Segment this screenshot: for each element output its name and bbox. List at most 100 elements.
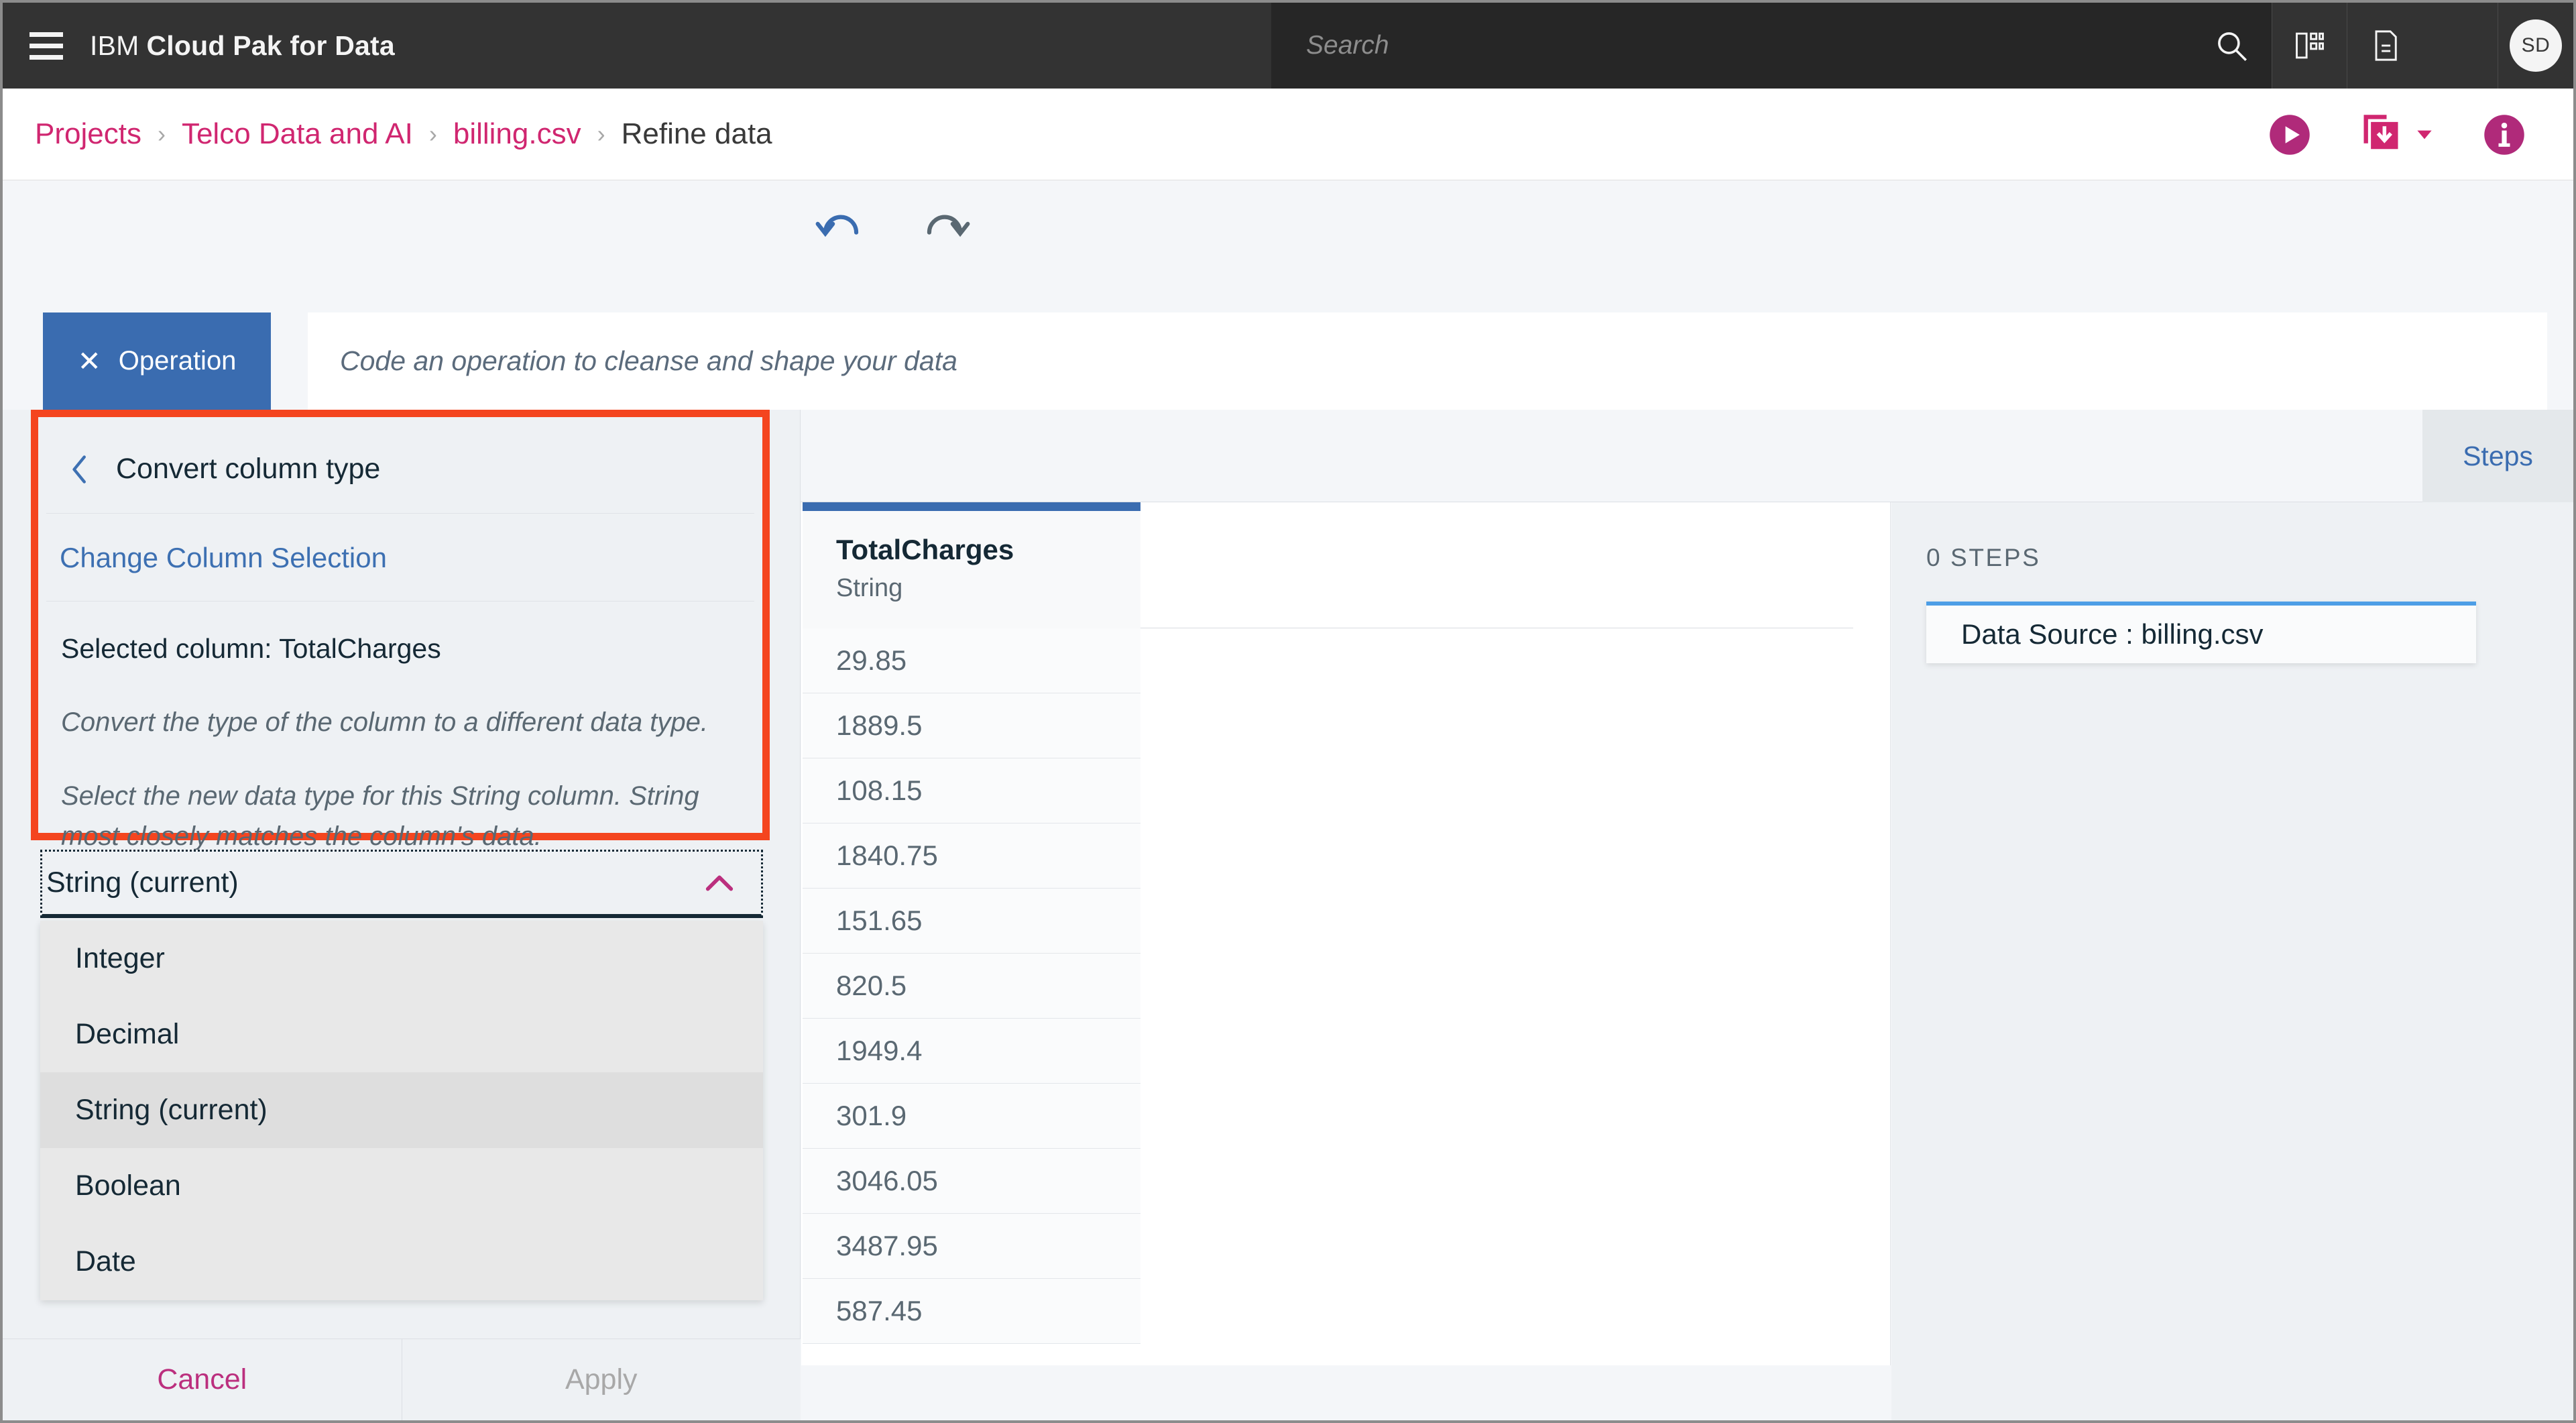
cell-value: 820.5 (836, 970, 907, 1001)
breadcrumb-separator: › (157, 120, 166, 148)
brand-name: Cloud Pak for Data (146, 30, 395, 61)
breadcrumb-item-project[interactable]: Telco Data and AI (182, 117, 413, 151)
search-icon[interactable] (2191, 3, 2272, 89)
cell-value: 301.9 (836, 1100, 907, 1131)
cell-value: 29.85 (836, 644, 907, 676)
option-label: String (current) (75, 1094, 268, 1126)
operation-panel: Convert column type Change Column Select… (3, 410, 801, 1420)
operation-panel-body: Selected column: TotalCharges Convert th… (46, 602, 754, 851)
apply-button: Apply (401, 1339, 801, 1420)
table-row[interactable]: 151.65 (803, 889, 1140, 954)
table-row[interactable]: 587.45 (803, 1279, 1140, 1344)
option-boolean[interactable]: Boolean (40, 1148, 763, 1224)
data-type-options-list[interactable]: Integer Decimal String (current) Boolean… (40, 921, 763, 1300)
save-copy-download-icon[interactable] (2333, 89, 2461, 180)
table-row[interactable]: 29.85 (803, 628, 1140, 693)
table-row[interactable]: 108.15 (803, 758, 1140, 823)
option-label: Integer (75, 942, 165, 974)
document-icon[interactable] (2347, 3, 2422, 89)
refine-workspace: ✕ Operation Steps (3, 180, 2573, 1420)
table-row[interactable]: 820.5 (803, 954, 1140, 1019)
chevron-down-icon (2417, 130, 2432, 139)
cell-value: 1949.4 (836, 1035, 923, 1066)
cell-value: 108.15 (836, 775, 923, 806)
play-run-icon[interactable] (2246, 89, 2333, 180)
option-decimal[interactable]: Decimal (40, 997, 763, 1072)
breadcrumb-separator: › (428, 120, 437, 148)
option-integer[interactable]: Integer (40, 921, 763, 997)
breadcrumb-item-projects[interactable]: Projects (35, 117, 141, 151)
operation-description-2: Select the new data type for this String… (61, 781, 699, 851)
column-type: String (836, 574, 903, 602)
cell-value: 1889.5 (836, 709, 923, 741)
undo-redo-group (804, 194, 982, 261)
option-label: Date (75, 1245, 136, 1277)
operation-panel-header[interactable]: Convert column type (46, 425, 754, 514)
cell-value: 3487.95 (836, 1230, 938, 1261)
table-row[interactable]: 301.9 (803, 1084, 1140, 1149)
cell-value: 151.65 (836, 905, 923, 936)
code-operation-input[interactable] (308, 312, 2547, 410)
hamburger-menu-icon[interactable] (3, 3, 90, 89)
operation-panel-highlight: Convert column type Change Column Select… (31, 410, 770, 851)
data-table: TotalCharges String 29.85 1889.5 108.15 … (801, 502, 1891, 1365)
breadcrumb: Projects › Telco Data and AI › billing.c… (3, 89, 2573, 180)
chevron-left-icon (72, 455, 86, 483)
option-label: Decimal (75, 1018, 180, 1050)
brand-title: IBM Cloud Pak for Data (90, 3, 395, 89)
option-date[interactable]: Date (40, 1224, 763, 1300)
change-column-selection-label: Change Column Selection (60, 541, 387, 573)
column-name: TotalCharges (836, 534, 1014, 565)
avatar-initials: SD (2510, 19, 2562, 72)
app-switcher-icon[interactable] (2272, 3, 2347, 89)
selected-column-label: Selected column: TotalCharges (61, 633, 441, 664)
redo-icon[interactable] (908, 194, 982, 261)
tab-steps-label: Steps (2463, 440, 2533, 471)
header-actions (2272, 3, 2422, 89)
cancel-button[interactable]: Cancel (3, 1339, 402, 1420)
global-search[interactable] (1271, 3, 2272, 89)
table-row[interactable]: 1949.4 (803, 1019, 1140, 1084)
steps-count-label: 0 STEPS (1926, 544, 2041, 571)
column-accent-bar (803, 502, 1140, 511)
tab-steps[interactable]: Steps (2422, 410, 2573, 502)
step-card-data-source[interactable]: Data Source : billing.csv (1926, 602, 2476, 663)
table-row[interactable]: 1889.5 (803, 693, 1140, 758)
column-header-totalcharges[interactable]: TotalCharges String (803, 511, 1140, 628)
breadcrumb-separator: › (597, 120, 605, 148)
cell-value: 1840.75 (836, 840, 938, 871)
cancel-button-label: Cancel (157, 1363, 247, 1396)
operation-panel-title: Convert column type (116, 453, 381, 485)
table-row[interactable]: 3046.05 (803, 1149, 1140, 1214)
operation-tab[interactable]: ✕ Operation (43, 312, 271, 410)
close-x-icon[interactable]: ✕ (78, 347, 101, 376)
operation-panel-footer: Cancel Apply (3, 1339, 801, 1420)
table-cells: 29.85 1889.5 108.15 1840.75 151.65 820.5… (803, 628, 1140, 1344)
cell-value: 3046.05 (836, 1165, 938, 1196)
info-icon[interactable] (2461, 89, 2548, 180)
breadcrumb-item-file[interactable]: billing.csv (453, 117, 581, 151)
chevron-up-icon[interactable] (702, 869, 737, 901)
data-type-select-value: String (current) (46, 866, 239, 899)
avatar[interactable]: SD (2498, 3, 2573, 89)
data-type-select[interactable]: String (current) (40, 850, 763, 918)
change-column-selection-link[interactable]: Change Column Selection (46, 514, 754, 602)
cell-value: 587.45 (836, 1295, 923, 1326)
breadcrumb-item-current: Refine data (621, 117, 772, 150)
brand-prefix: IBM (90, 30, 139, 61)
apply-button-label: Apply (565, 1363, 638, 1396)
option-string-current[interactable]: String (current) (40, 1072, 763, 1148)
table-row[interactable]: 1840.75 (803, 823, 1140, 889)
search-input[interactable] (1271, 3, 2191, 89)
operation-bar: ✕ Operation (3, 312, 2573, 410)
table-toolbar (801, 410, 2573, 502)
table-row[interactable]: 3487.95 (803, 1214, 1140, 1279)
steps-panel: 0 STEPS Data Source : billing.csv (1891, 502, 2573, 1420)
operation-tab-label: Operation (118, 346, 237, 376)
step-card-label: Data Source : billing.csv (1961, 618, 2264, 650)
undo-icon[interactable] (804, 194, 878, 261)
option-label: Boolean (75, 1170, 181, 1202)
app-window: IBM Cloud Pak for Data SD (3, 3, 2573, 1420)
operation-description-1: Convert the type of the column to a diff… (61, 707, 709, 737)
breadcrumb-actions (2246, 89, 2548, 180)
